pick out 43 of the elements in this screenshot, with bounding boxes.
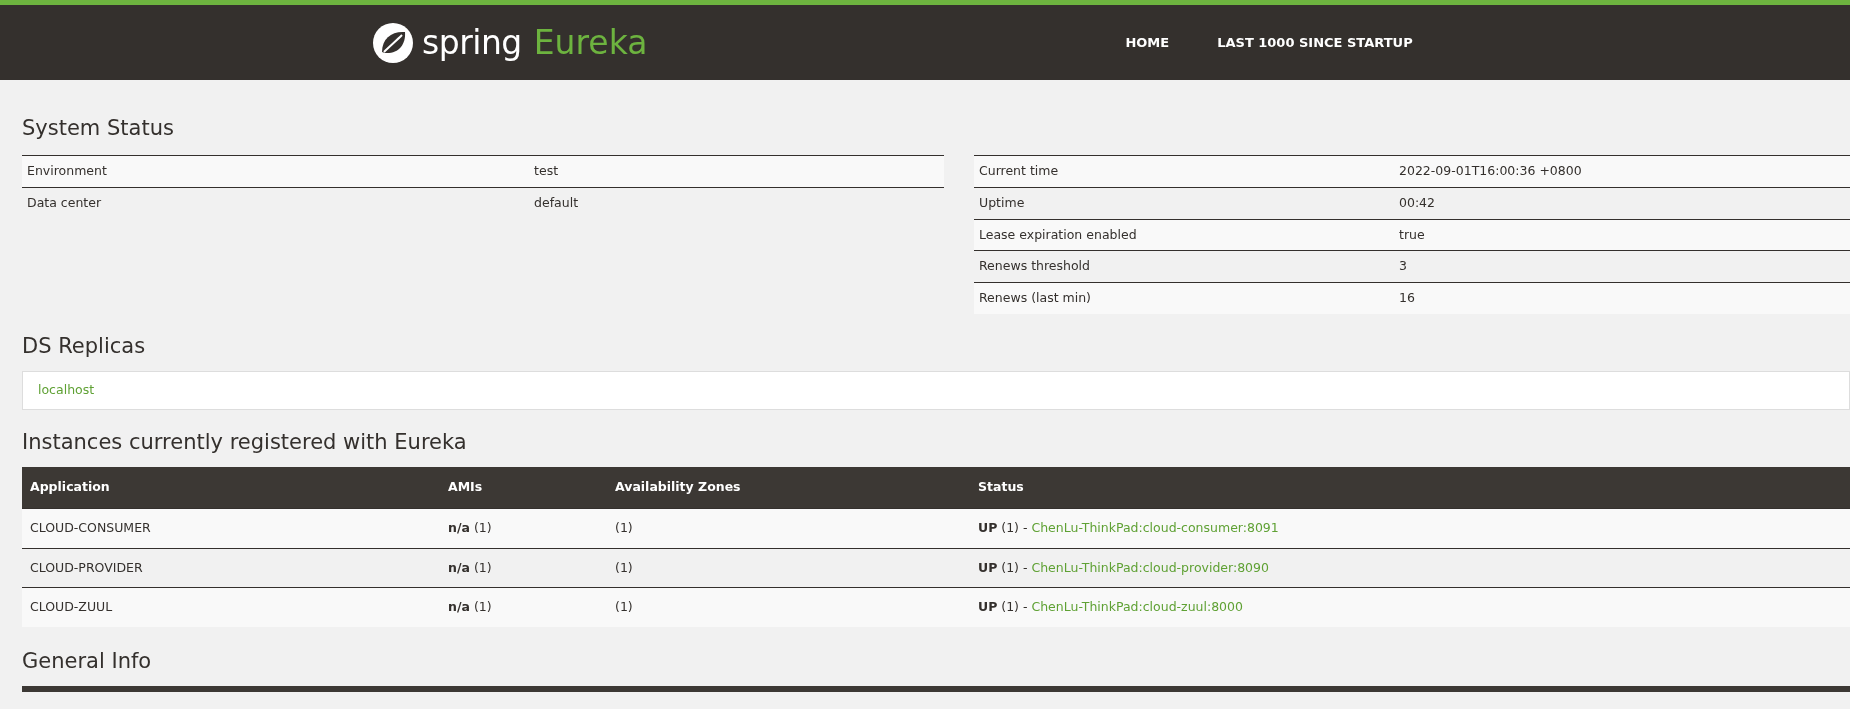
table-cell: 00:42 — [1394, 187, 1850, 220]
table-cell: n/a (1) — [440, 508, 607, 549]
table-cell: (1) — [607, 508, 970, 549]
brand-name: spring — [422, 26, 522, 59]
instance-link[interactable]: ChenLu-ThinkPad:cloud-zuul:8000 — [1031, 599, 1243, 615]
table-cell: 2022-09-01T16:00:36 +0800 — [1394, 155, 1850, 188]
table-cell: Renews threshold — [974, 250, 1394, 283]
leaf-logo-icon — [372, 21, 414, 64]
nav-link[interactable]: HOME — [1125, 32, 1170, 53]
status-text: UP (1) - — [978, 559, 1029, 575]
column-header: AMIs — [440, 467, 607, 509]
column-header: Application — [22, 467, 440, 509]
table-cell: (1) — [607, 587, 970, 628]
table-cell: Renews (last min) — [974, 282, 1394, 314]
instance-link[interactable]: ChenLu-ThinkPad:cloud-provider:8090 — [1031, 559, 1269, 575]
section-heading: General Info — [22, 649, 153, 675]
section-heading: DS Replicas — [22, 333, 147, 360]
table-cell: default — [529, 187, 944, 219]
column-header: Availability Zones — [607, 467, 970, 509]
table-cell: Current time — [974, 155, 1394, 188]
table-cell: Data center — [22, 187, 530, 219]
table-cell: Lease expiration enabled — [974, 219, 1394, 251]
table-cell: n/a (1) — [440, 548, 607, 588]
product-name: Eureka — [533, 26, 648, 59]
nav-link[interactable]: LAST 1000 SINCE STARTUP — [1217, 32, 1413, 53]
section-heading: Instances currently registered with Eureka — [22, 429, 468, 456]
instance-link[interactable]: ChenLu-ThinkPad:cloud-consumer:8091 — [1031, 519, 1279, 535]
table-cell: CLOUD-PROVIDER — [22, 548, 440, 588]
table-cell: Environment — [22, 155, 530, 188]
replica-link[interactable]: localhost — [38, 382, 95, 398]
table-cell: n/a (1) — [440, 587, 607, 628]
section-heading: System Status — [22, 116, 175, 142]
table-cell: CLOUD-CONSUMER — [22, 508, 440, 549]
table-cell: 16 — [1394, 282, 1850, 314]
status-text: UP (1) - — [978, 519, 1029, 535]
table-cell: 3 — [1394, 250, 1850, 283]
status-text: UP (1) - — [978, 599, 1029, 615]
table-cell: test — [529, 155, 944, 188]
table-cell: (1) — [607, 548, 970, 588]
table-cell: Uptime — [974, 187, 1394, 220]
column-header: Status — [970, 467, 1850, 509]
table-cell: true — [1394, 219, 1850, 251]
table-cell: CLOUD-ZUUL — [22, 587, 440, 628]
